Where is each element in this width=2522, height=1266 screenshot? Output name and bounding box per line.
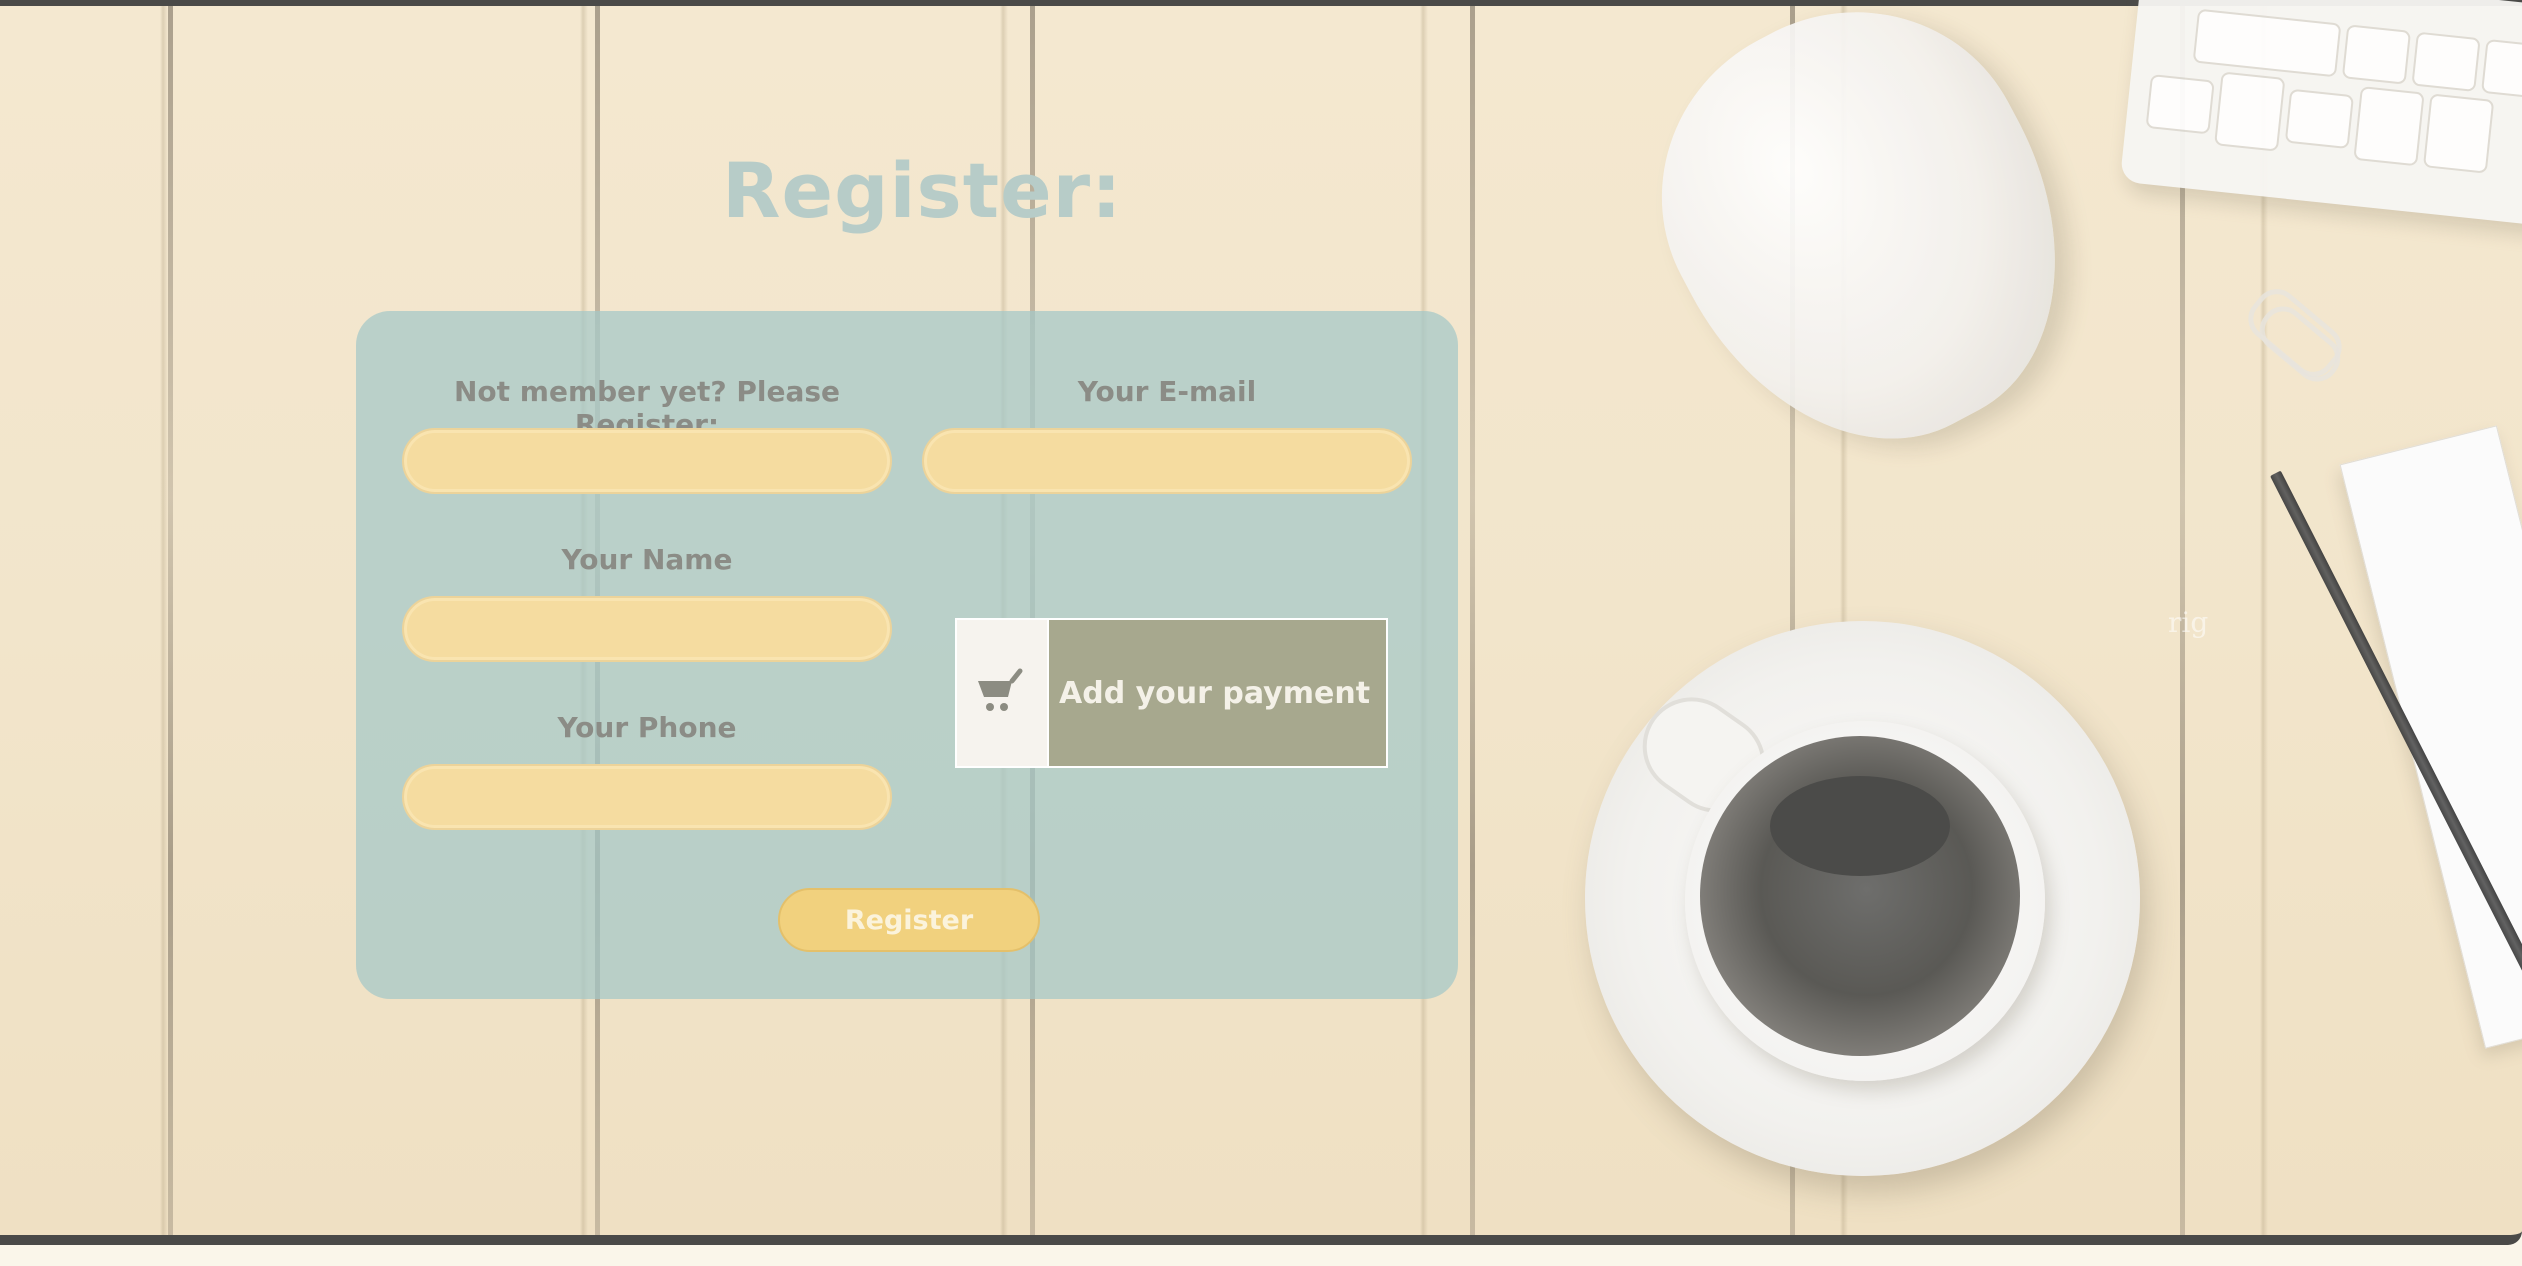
wood-grain [1470,6,1475,1235]
email-input[interactable] [922,428,1412,494]
name-label: Your Name [561,543,733,576]
coffee-foam-image [1770,776,1950,876]
wood-grain [168,6,173,1235]
page-title: Register: [722,146,1123,235]
phone-input[interactable] [402,764,892,830]
payment-icon-box [957,620,1049,766]
phone-label: Your Phone [557,711,737,744]
email-label: Your E-mail [1077,375,1257,408]
background-faint-text: rig [2168,606,2209,639]
notepad-image [2339,425,2522,1049]
name-input[interactable] [402,596,892,662]
desk-background: rig Register: Not member yet? Please Reg… [0,0,2522,1245]
shopping-cart-icon [978,668,1023,711]
username-input[interactable] [402,428,892,494]
mouse-image [1600,0,2130,504]
payment-label: Add your payment [1059,675,1371,711]
register-form-card: Not member yet? Please Register: Your E-… [356,311,1458,999]
register-button[interactable]: Register [778,888,1040,952]
add-payment-button[interactable]: Add your payment [955,618,1388,768]
